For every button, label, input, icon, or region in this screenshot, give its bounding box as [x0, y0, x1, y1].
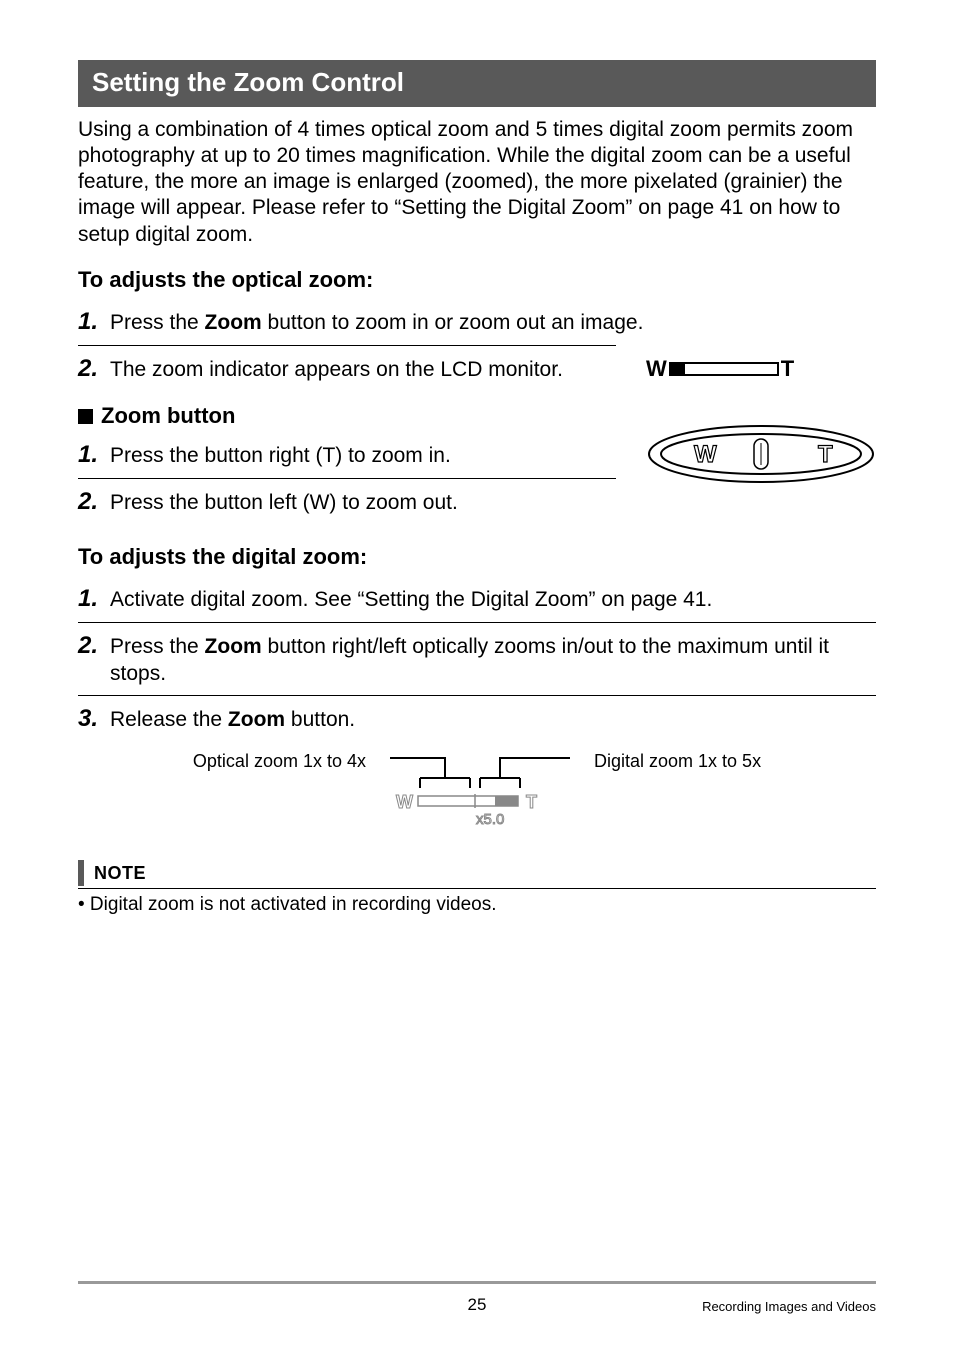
svg-text:T: T — [526, 792, 537, 812]
step-text: Press the button left (W) to zoom out. — [110, 490, 616, 516]
page-footer: 25 Recording Images and Videos — [78, 1281, 876, 1315]
step-number: 2. — [78, 631, 102, 661]
zoom-button-t-icon: T — [818, 441, 833, 468]
step-text: Activate digital zoom. See “Setting the … — [110, 587, 876, 613]
note-block: NOTE • Digital zoom is not activated in … — [78, 860, 876, 917]
optical-step-1: 1. Press the Zoom button to zoom in or z… — [78, 305, 876, 345]
intro-paragraph: Using a combination of 4 times optical z… — [78, 117, 876, 248]
zoom-indicator-w: W — [646, 355, 667, 383]
step-text: Press the button right (T) to zoom in. — [110, 443, 616, 469]
step-text: Press the Zoom button right/left optical… — [110, 634, 876, 687]
text: button to zoom in or zoom out an image. — [262, 311, 644, 334]
text: Release the — [110, 708, 228, 731]
zoom-range-diagram: Optical zoom 1x to 4x W T x5.0 Digital z… — [78, 750, 876, 830]
step-text: Press the Zoom button to zoom in or zoom… — [110, 310, 876, 336]
square-bullet-icon — [78, 409, 93, 424]
step-number: 2. — [78, 354, 102, 384]
step-text: Release the Zoom button. — [110, 707, 876, 733]
text: Press the — [110, 635, 205, 658]
note-bar-icon — [78, 860, 84, 886]
zoom-button-illustration: W T — [646, 423, 876, 485]
digital-step-1: 1. Activate digital zoom. See “Setting t… — [78, 582, 876, 622]
section-title: Setting the Zoom Control — [78, 60, 876, 107]
text-bold: Zoom — [228, 708, 285, 731]
zoom-button-step-1: 1. Press the button right (T) to zoom in… — [78, 438, 616, 478]
note-body: • Digital zoom is not activated in recor… — [78, 889, 876, 917]
optical-heading: To adjusts the optical zoom: — [78, 266, 876, 294]
zoom-button-w-icon: W — [694, 441, 717, 468]
heading-text: Zoom button — [101, 402, 235, 430]
optical-step-2-row: 2. The zoom indicator appears on the LCD… — [78, 345, 876, 543]
step-number: 1. — [78, 584, 102, 614]
zoom-indicator-graphic: W T — [646, 355, 876, 383]
step-number: 1. — [78, 307, 102, 337]
zoom-indicator-t: T — [781, 355, 794, 383]
optical-step-2: 2. The zoom indicator appears on the LCD… — [78, 345, 616, 392]
step-number: 1. — [78, 440, 102, 470]
diagram-scale-text: x5.0 — [476, 811, 504, 828]
digital-heading: To adjusts the digital zoom: — [78, 543, 876, 571]
page-number: 25 — [344, 1294, 610, 1315]
text-bold: Zoom — [205, 311, 262, 334]
zoom-range-svg: W T x5.0 — [390, 750, 570, 830]
text: Press the — [110, 311, 205, 334]
digital-step-2: 2. Press the Zoom button right/left opti… — [78, 622, 876, 695]
diagram-label-optical: Optical zoom 1x to 4x — [193, 750, 366, 773]
footer-section-title: Recording Images and Videos — [610, 1299, 876, 1315]
note-label: NOTE — [94, 862, 146, 885]
zoom-button-heading: Zoom button — [78, 402, 616, 430]
footer-rule — [78, 1281, 876, 1284]
zoom-button-step-2: 2. Press the button left (W) to zoom out… — [78, 478, 616, 525]
svg-text:W: W — [396, 792, 413, 812]
text: button. — [285, 708, 355, 731]
step-text: The zoom indicator appears on the LCD mo… — [110, 357, 616, 383]
text-bold: Zoom — [205, 635, 262, 658]
diagram-label-digital: Digital zoom 1x to 5x — [594, 750, 761, 773]
step-number: 3. — [78, 704, 102, 734]
zoom-indicator-bar-icon — [669, 362, 779, 376]
digital-step-3: 3. Release the Zoom button. — [78, 695, 876, 742]
step-number: 2. — [78, 487, 102, 517]
